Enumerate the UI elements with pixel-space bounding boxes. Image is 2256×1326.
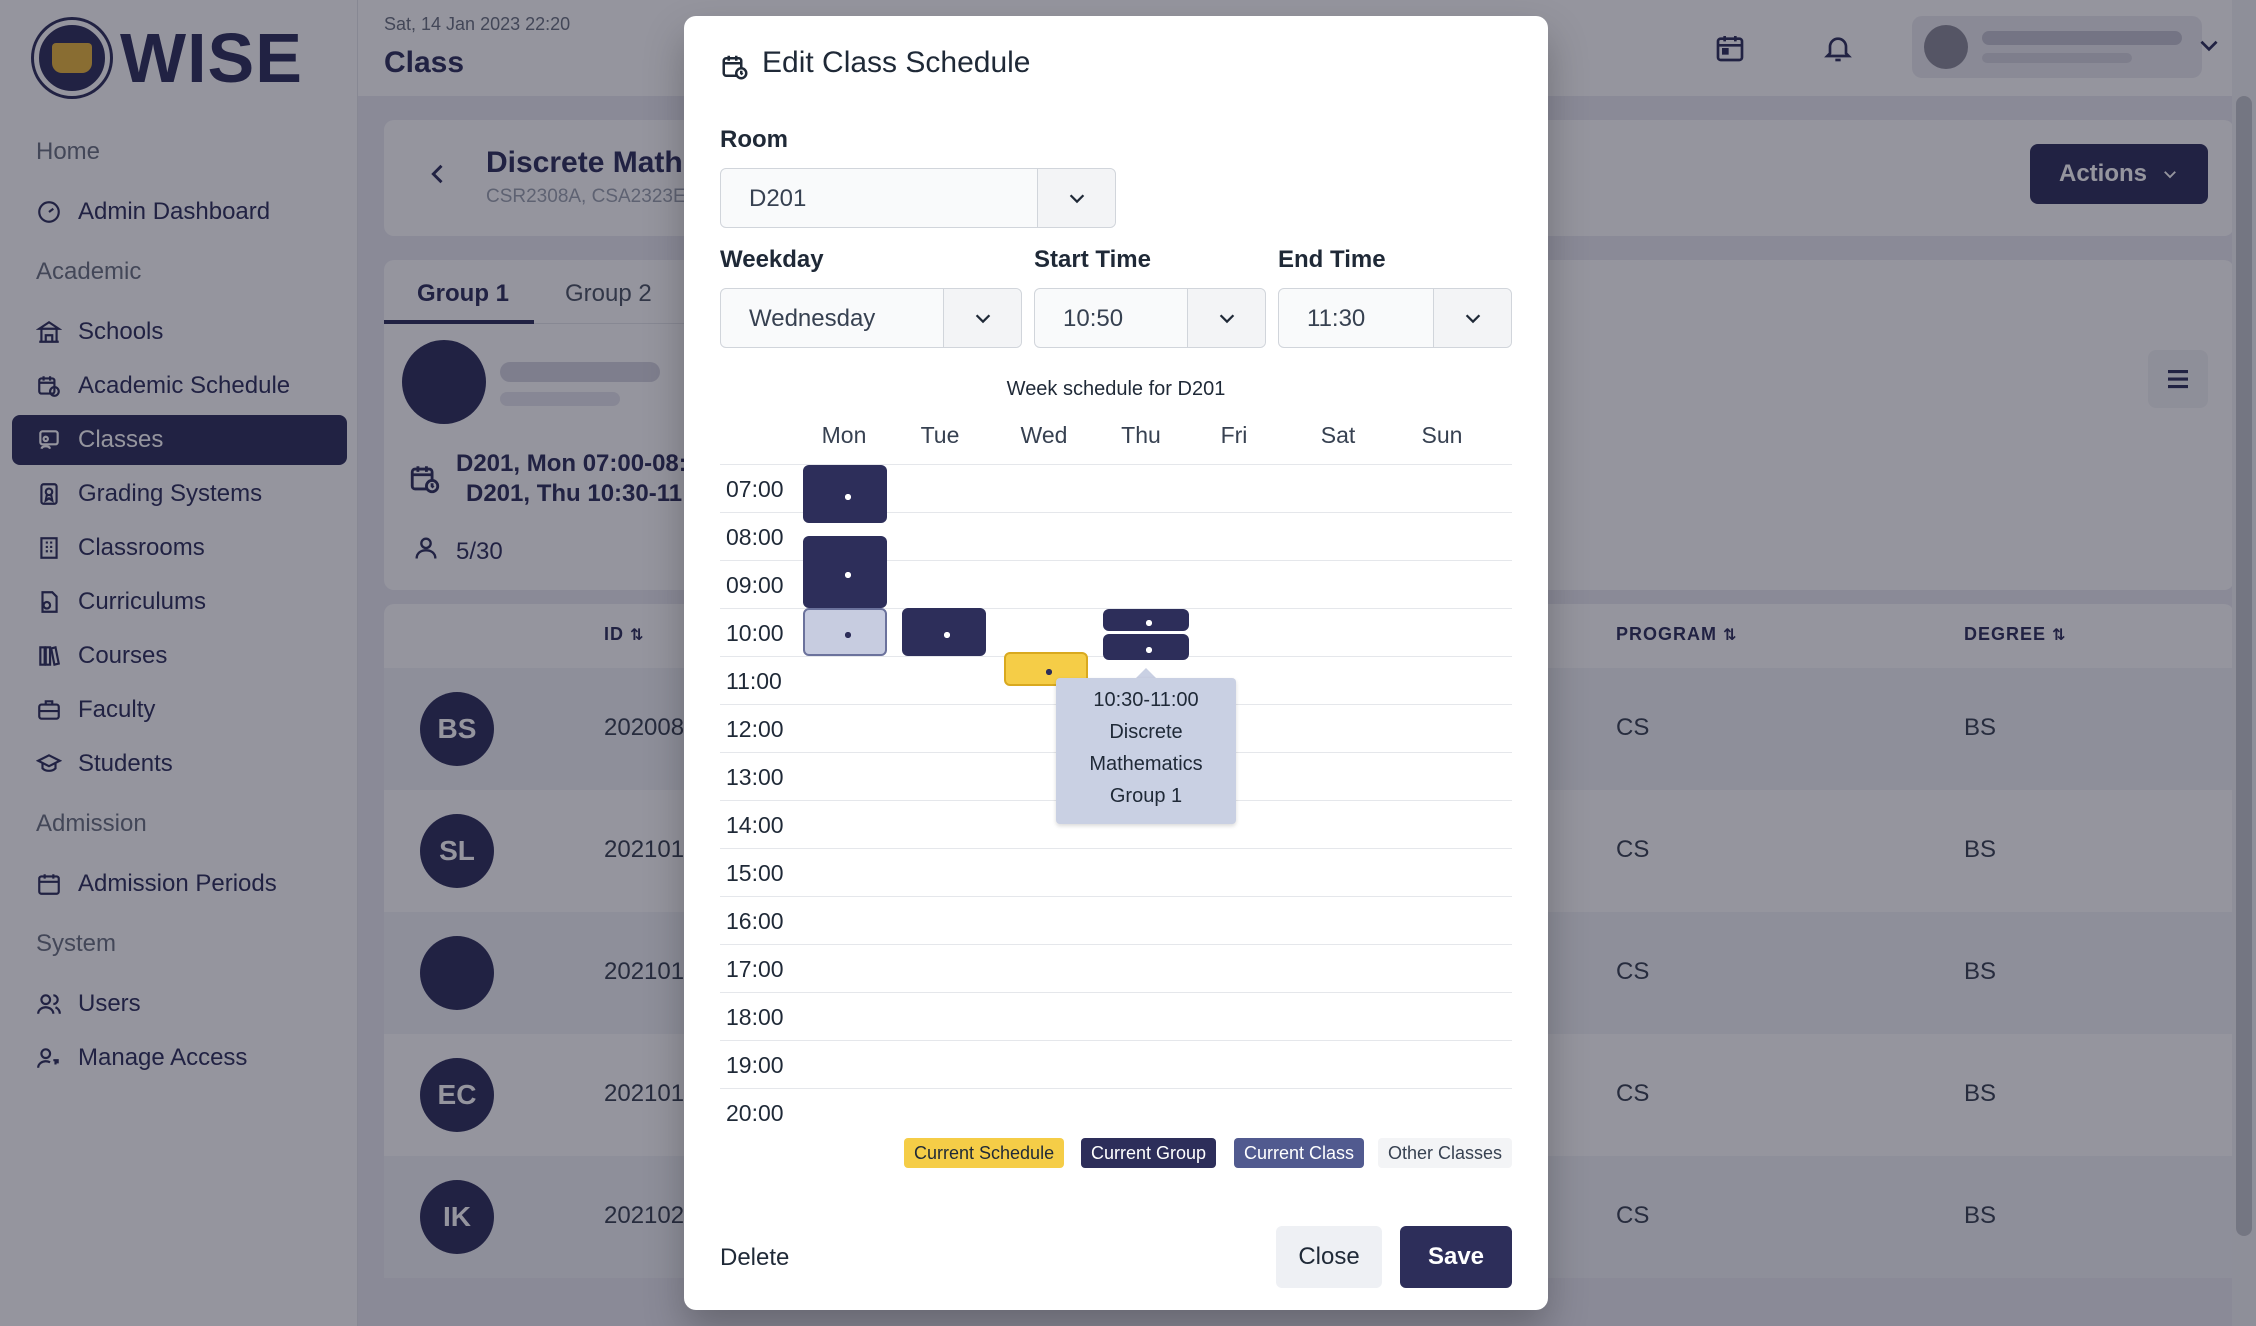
hour-label: 15:00 (726, 860, 784, 886)
tooltip-arrow (1136, 668, 1156, 678)
day-header-sat: Sat (1320, 422, 1356, 448)
tooltip-time: 10:30-11:00 (1093, 689, 1199, 711)
chevron-down-icon[interactable] (1433, 289, 1511, 347)
grid-line (720, 1040, 1512, 1041)
start-time-select[interactable]: 10:50 (1034, 288, 1266, 348)
grid-line (720, 992, 1512, 993)
hour-label: 07:00 (726, 476, 784, 502)
day-header-fri: Fri (1220, 422, 1248, 448)
end-time-select[interactable]: 11:30 (1278, 288, 1512, 348)
day-header-mon: Mon (821, 422, 867, 448)
grid-line (720, 896, 1512, 897)
chevron-down-icon[interactable] (943, 289, 1021, 347)
schedule-event-current-group[interactable] (803, 536, 887, 608)
week-schedule-title: Week schedule for D201 (1006, 378, 1226, 400)
hour-label: 12:00 (726, 716, 784, 742)
end-time-value: 11:30 (1307, 305, 1366, 332)
hour-label: 08:00 (726, 524, 784, 550)
grid-line (720, 848, 1512, 849)
legend-other-classes: Other Classes (1378, 1138, 1513, 1168)
hour-label: 11:00 (726, 668, 782, 694)
legend-current-schedule: Current Schedule (904, 1138, 1065, 1168)
tooltip-line: Group 1 (1109, 785, 1183, 807)
tooltip-line: Mathematics (1089, 753, 1203, 775)
hour-label: 10:00 (726, 620, 784, 646)
hour-label: 14:00 (726, 812, 784, 838)
day-header-thu: Thu (1121, 422, 1161, 448)
start-time-label: Start Time (1034, 246, 1151, 273)
edit-class-schedule-dialog: Edit Class Schedule Room D201 Weekday We… (684, 16, 1548, 1310)
hour-label: 20:00 (726, 1100, 784, 1126)
end-time-label: End Time (1278, 246, 1386, 273)
start-time-value: 10:50 (1063, 305, 1124, 332)
room-label: Room (720, 126, 788, 153)
day-header-wed: Wed (1020, 422, 1068, 448)
weekday-select[interactable]: Wednesday (720, 288, 1022, 348)
close-button[interactable]: Close (1276, 1226, 1382, 1288)
room-value: D201 (749, 185, 807, 212)
day-header-tue: Tue (920, 422, 960, 448)
hour-label: 18:00 (726, 1004, 784, 1030)
day-header-sun: Sun (1421, 422, 1463, 448)
hour-label: 17:00 (726, 956, 784, 982)
save-button[interactable]: Save (1400, 1226, 1512, 1288)
grid-line (720, 944, 1512, 945)
schedule-event-current-group[interactable] (902, 608, 986, 656)
schedule-event-current-group[interactable] (1103, 634, 1189, 660)
schedule-event-current-group[interactable] (1103, 609, 1189, 631)
hour-label: 19:00 (726, 1052, 784, 1078)
weekday-label: Weekday (720, 246, 824, 273)
legend-current-group: Current Group (1081, 1138, 1217, 1168)
chevron-down-icon[interactable] (1187, 289, 1265, 347)
dialog-title: Edit Class Schedule (762, 46, 1031, 79)
delete-button[interactable]: Delete (720, 1244, 789, 1272)
hour-label: 16:00 (726, 908, 784, 934)
hour-label: 09:00 (726, 572, 784, 598)
weekday-value: Wednesday (749, 305, 876, 332)
legend-current-class: Current Class (1234, 1138, 1365, 1168)
grid-line (720, 1088, 1512, 1089)
chevron-down-icon[interactable] (1037, 169, 1115, 227)
room-select[interactable]: D201 (720, 168, 1116, 228)
tooltip-line: Discrete (1109, 721, 1183, 743)
schedule-event-current-class[interactable] (803, 608, 887, 656)
event-tooltip-text: 10:30-11:00 Discrete Mathematics Group 1 (1056, 684, 1236, 812)
schedule-event-current-group[interactable] (803, 465, 887, 523)
hour-label: 13:00 (726, 764, 784, 790)
